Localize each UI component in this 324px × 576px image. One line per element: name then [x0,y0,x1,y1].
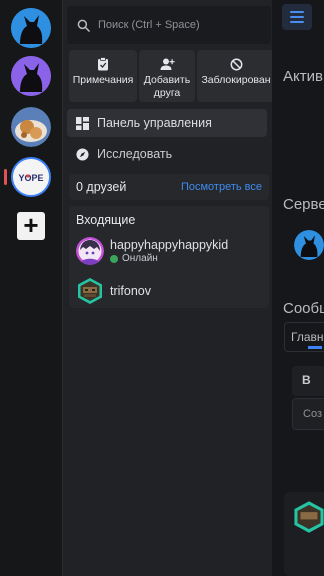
status-text: Онлайн [122,253,158,264]
search-input[interactable] [98,19,268,31]
hexagon-avatar-icon [78,278,102,304]
friend-request-item[interactable]: happyhappyhappykid Онлайн [76,236,266,266]
incoming-title: Входящие [76,213,136,227]
avatar [76,237,104,265]
nav-explore-label: Исследовать [97,147,173,161]
background-avatar [294,230,324,260]
notes-label: Примечания [72,74,134,86]
dashboard-icon [75,116,89,130]
background-hex-avatar [292,500,324,534]
friend-name: happyhappyhappykid [110,238,229,252]
plus-icon: + [23,210,39,240]
background-heading-active: Актив [283,68,323,85]
incoming-requests: Входящие happyhappyhappykid Онлайн trifo… [69,206,269,308]
friends-header: 0 друзей Посмотреть все [69,174,269,200]
server-yope[interactable]: YOPE [11,157,51,197]
see-all-friends-link[interactable]: Посмотреть все [181,181,262,193]
active-server-indicator [4,169,7,185]
search-bar[interactable] [67,6,271,44]
online-dot-icon [110,254,118,263]
blocked-button[interactable]: Заблокирован [197,50,273,102]
friend-name: trifonov [110,284,151,298]
background-heading-communities: Сообщ [283,300,324,317]
background-button: В [292,366,324,396]
search-icon [77,19,90,32]
friends-count: 0 друзей [76,180,127,194]
blocked-icon [230,58,242,70]
nav-explore[interactable]: Исследовать [67,140,267,168]
server-cat-blue[interactable] [11,8,51,48]
clipboard-icon [98,57,108,71]
add-friend-label: Добавить друга [143,74,191,99]
compass-icon [75,147,89,161]
menu-icon [290,11,304,13]
food-photo-server-icon [11,107,51,147]
anime-avatar-icon [76,237,104,265]
cat-silhouette-icon [294,230,324,260]
sidebar-panel: Примечания Добавить друга [62,0,273,576]
yope-server-icon: YOPE [13,159,49,195]
nav-dashboard-label: Панель управления [97,116,212,130]
blocked-label: Заблокирован [201,74,271,86]
avatar [76,277,104,305]
add-friend-button[interactable]: Добавить друга [139,50,195,102]
friend-request-item[interactable]: trifonov [76,276,266,306]
cat-silhouette-server-icon [11,8,51,48]
app-root: YOPE + Поиск (Ctrl + Space) Примечания Д… [0,0,324,576]
cat-silhouette-purple-server-icon [11,56,51,96]
add-server-button[interactable]: + [17,212,45,240]
background-heading-servers: Серве [283,196,324,213]
svg-text:YOPE: YOPE [18,173,43,183]
server-cat-purple[interactable] [11,56,51,96]
notes-button[interactable]: Примечания [69,50,137,102]
add-friend-icon [160,58,175,70]
hexagon-avatar-icon [294,501,324,533]
background-input: Соз [292,398,324,430]
quick-actions: Примечания Добавить друга Заблокирован [69,50,273,102]
background-tab-underline [308,346,322,349]
menu-button[interactable] [282,4,312,30]
nav-dashboard[interactable]: Панель управления [67,109,267,137]
background-content: Актив Серве Сообщ Главн В Соз [272,0,324,576]
server-food[interactable] [11,107,51,147]
online-status: Онлайн [110,253,228,264]
server-rail: YOPE + [0,0,62,576]
